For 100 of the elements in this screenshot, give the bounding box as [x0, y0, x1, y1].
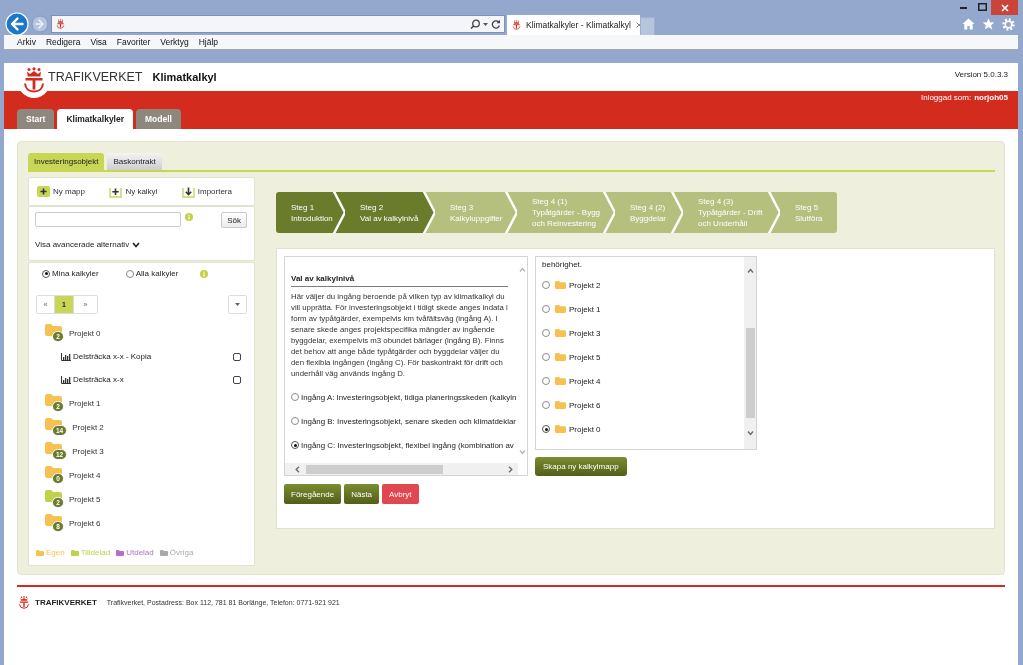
- chevron-down-icon[interactable]: [519, 449, 526, 455]
- folder-name: Projekt 5: [569, 352, 601, 362]
- menu-item[interactable]: Favoriter: [116, 37, 151, 47]
- folder-name[interactable]: Projekt 1: [69, 398, 101, 408]
- advanced-toggle[interactable]: Visa avancerade alternativ: [35, 240, 141, 249]
- toolbar-button[interactable]: Ny mapp: [37, 185, 85, 198]
- search-button[interactable]: Sök: [221, 212, 247, 228]
- sub-tab[interactable]: Baskontrakt: [107, 153, 162, 170]
- plus-icon: [37, 185, 50, 198]
- checkbox[interactable]: [233, 375, 241, 384]
- menu-item[interactable]: Verktyg: [160, 37, 189, 47]
- search-icon[interactable]: [470, 19, 480, 29]
- action-button[interactable]: Nästa: [344, 484, 380, 504]
- username: norjoh05: [974, 93, 1008, 102]
- action-button[interactable]: Föregående: [284, 484, 342, 504]
- legend-label: Utdelad: [126, 548, 154, 557]
- home-icon[interactable]: [962, 18, 975, 30]
- logo-text: TRAFIKVERKET: [48, 70, 143, 84]
- logo-icon: [18, 595, 30, 609]
- wizard-step[interactable]: Steg 2 Val av kalkylnivå: [345, 192, 435, 233]
- radio-label: Alla kalkyler: [135, 269, 179, 278]
- info-icon[interactable]: [185, 213, 193, 221]
- scrollbar-thumb[interactable]: [745, 328, 755, 418]
- radio-button[interactable]: [291, 417, 299, 425]
- menu-item[interactable]: Arkiv: [17, 37, 36, 47]
- caret-down-icon[interactable]: [483, 22, 488, 26]
- folder-name[interactable]: Projekt 2: [72, 422, 104, 432]
- menu-item[interactable]: Hjälp: [198, 37, 219, 47]
- calculation-name[interactable]: Delsträcka x-x - Kopia: [73, 352, 152, 361]
- browser-tab[interactable]: Klimatkalkyler - Klimatkalkyl: [507, 15, 640, 35]
- bar-chart-icon: [61, 375, 71, 384]
- forward-icon[interactable]: [31, 15, 49, 33]
- vertical-scrollbar[interactable]: [744, 257, 756, 449]
- folder-icon: [555, 425, 566, 433]
- settings-icon[interactable]: [1002, 17, 1015, 31]
- radio-button[interactable]: [42, 269, 50, 278]
- refresh-icon[interactable]: [491, 19, 501, 29]
- checkbox[interactable]: [233, 352, 241, 361]
- radio-button[interactable]: [542, 305, 550, 313]
- nav-tab[interactable]: Start: [17, 109, 55, 129]
- search-field[interactable]: [35, 212, 181, 227]
- legend-label: Egen: [46, 548, 65, 557]
- radio-button[interactable]: [542, 401, 550, 409]
- maximize-icon[interactable]: [978, 3, 987, 11]
- menu-item[interactable]: Visa: [90, 37, 107, 47]
- wizard-step[interactable]: Steg 1 Introduktion: [276, 192, 345, 233]
- radio-button[interactable]: [542, 281, 550, 289]
- chevron-up-icon[interactable]: [746, 268, 754, 274]
- section-heading: Val av kalkylnivå: [291, 273, 508, 287]
- close-icon: [1000, 3, 1009, 12]
- version-label: Version 5.0.3.3: [954, 70, 1008, 79]
- radio-button[interactable]: [542, 353, 550, 361]
- info-icon[interactable]: [200, 269, 209, 278]
- radio-button[interactable]: [542, 425, 550, 433]
- folder-name[interactable]: Projekt 4: [69, 470, 101, 480]
- radio-button[interactable]: [125, 269, 134, 278]
- close-button[interactable]: [991, 0, 1018, 15]
- folder-name: Projekt 0: [569, 424, 601, 434]
- app-title: Klimatkalkyl: [152, 71, 217, 83]
- radio-button[interactable]: [542, 377, 550, 385]
- bar-chart-icon: [61, 352, 71, 361]
- legend-label: Tilldelad: [80, 548, 111, 557]
- note-text: behörighet.: [542, 260, 584, 270]
- star-icon[interactable]: [982, 18, 995, 30]
- chevron-left-icon[interactable]: [295, 465, 300, 473]
- radio-button[interactable]: [291, 393, 299, 401]
- folder-icon: [555, 305, 566, 313]
- folder-name[interactable]: Projekt 5: [69, 494, 101, 504]
- radio-button[interactable]: [542, 329, 550, 337]
- nav-tab[interactable]: Modell: [136, 109, 181, 129]
- scrollbar-thumb[interactable]: [306, 464, 443, 474]
- calculation-name[interactable]: Delsträcka x-x: [73, 375, 124, 384]
- nav-tab[interactable]: Klimatkalkyler: [57, 109, 134, 129]
- create-folder-button[interactable]: Skapa ny kalkylmapp: [535, 457, 627, 476]
- folder-name[interactable]: Projekt 3: [72, 446, 104, 456]
- download-icon: [181, 185, 195, 198]
- chevron-right-icon[interactable]: [508, 465, 513, 473]
- action-button[interactable]: Avbryt: [382, 484, 419, 504]
- chevron-up-icon[interactable]: [519, 267, 526, 273]
- folder-icon: [555, 377, 566, 385]
- menu-item[interactable]: Redigera: [45, 37, 81, 47]
- folder-icon: [555, 401, 566, 409]
- toolbar-button[interactable]: Ny kalkyl: [109, 185, 158, 198]
- dropdown-button[interactable]: [228, 295, 247, 314]
- chevron-down-icon[interactable]: [746, 430, 754, 436]
- folder-name[interactable]: Projekt 0: [69, 328, 101, 338]
- radio-label: Mina kalkyler: [52, 269, 99, 278]
- folder-icon: [555, 329, 566, 337]
- login-label: Inloggad som:: [920, 93, 972, 102]
- plus-icon: [109, 185, 123, 198]
- logo-icon: [512, 20, 521, 30]
- folder-name: Projekt 4: [569, 376, 601, 386]
- folder-name: Projekt 2: [569, 280, 601, 290]
- sub-tab[interactable]: Investeringsobjekt: [28, 153, 105, 170]
- legend-label: Övriga: [169, 548, 194, 557]
- horizontal-scrollbar[interactable]: [285, 463, 518, 475]
- radio-button[interactable]: [291, 441, 299, 449]
- back-icon[interactable]: [5, 12, 29, 36]
- toolbar-button[interactable]: Importera: [181, 185, 232, 198]
- folder-name[interactable]: Projekt 6: [69, 518, 101, 528]
